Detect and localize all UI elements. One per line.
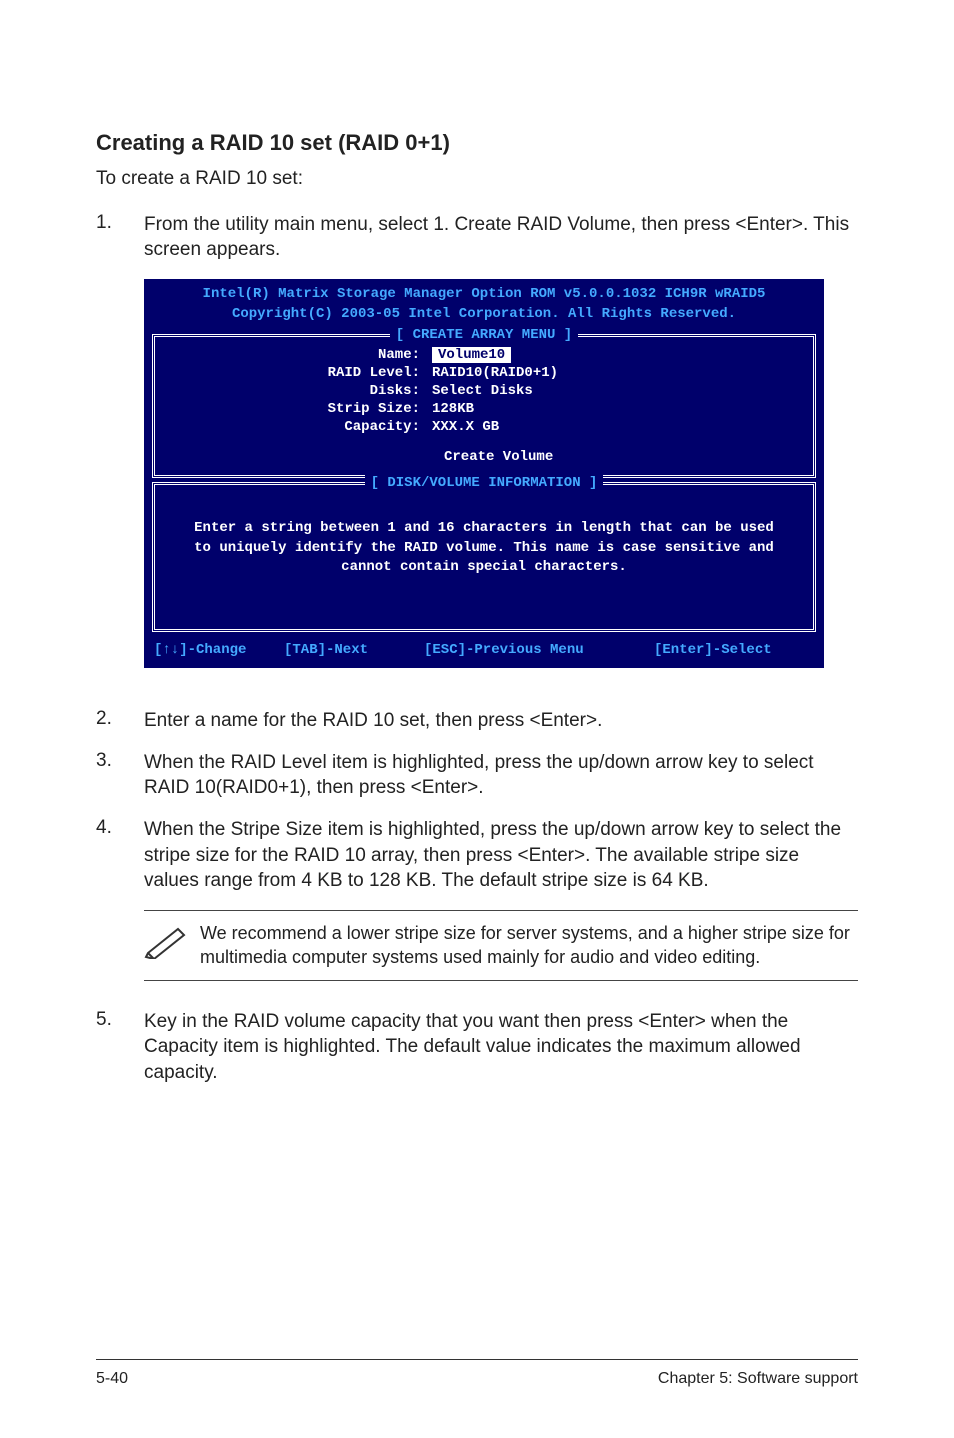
intro-text: To create a RAID 10 set: (96, 166, 858, 192)
step-5-text: Key in the RAID volume capacity that you… (144, 1009, 858, 1086)
step-4-text: When the Stripe Size item is highlighted… (144, 817, 858, 894)
create-array-title: [ CREATE ARRAY MENU ] (390, 327, 578, 343)
disks-value: Select Disks (432, 383, 801, 399)
step-3: 3. When the RAID Level item is highlight… (96, 750, 858, 801)
footer-select: [Enter]-Select (654, 642, 814, 658)
raid-level-value: RAID10(RAID0+1) (432, 365, 801, 381)
capacity-value: XXX.X GB (432, 419, 801, 435)
footer-next: [TAB]-Next (284, 642, 424, 658)
disks-label: Disks: (267, 383, 432, 399)
name-label: Name: (267, 347, 432, 363)
step-2: 2. Enter a name for the RAID 10 set, the… (96, 708, 858, 734)
name-value: Volume10 (432, 347, 511, 363)
step-5-num: 5. (96, 1009, 144, 1086)
step-1: 1. From the utility main menu, select 1.… (96, 212, 858, 263)
step-1-text: From the utility main menu, select 1. Cr… (144, 212, 858, 263)
step-3-text: When the RAID Level item is highlighted,… (144, 750, 858, 801)
capacity-label: Capacity: (267, 419, 432, 435)
strip-size-label: Strip Size: (267, 401, 432, 417)
disk-volume-title: [ DISK/VOLUME INFORMATION ] (365, 475, 604, 491)
console-screenshot: Intel(R) Matrix Storage Manager Option R… (144, 279, 858, 668)
step-2-text: Enter a name for the RAID 10 set, then p… (144, 708, 858, 734)
tip-text: We recommend a lower stripe size for ser… (200, 921, 858, 970)
strip-size-value: 128KB (432, 401, 801, 417)
footer-change: [↑↓]-Change (154, 642, 284, 658)
step-2-num: 2. (96, 708, 144, 734)
disk-volume-frame: [ DISK/VOLUME INFORMATION ] Enter a stri… (152, 482, 816, 632)
step-3-num: 3. (96, 750, 144, 801)
step-4-num: 4. (96, 817, 144, 894)
page-footer: 5-40 Chapter 5: Software support (96, 1359, 858, 1388)
create-volume-action: Create Volume (444, 449, 801, 465)
disk-info-line3: cannot contain special characters. (167, 558, 801, 578)
disk-info-line1: Enter a string between 1 and 16 characte… (167, 519, 801, 539)
footer-page-number: 5-40 (96, 1370, 128, 1388)
create-array-frame: [ CREATE ARRAY MENU ] Name: Volume10 RAI… (152, 334, 816, 478)
console-footer: [↑↓]-Change [TAB]-Next [ESC]-Previous Me… (144, 636, 824, 668)
raid-level-label: RAID Level: (267, 365, 432, 381)
step-4: 4. When the Stripe Size item is highligh… (96, 817, 858, 894)
tip-callout: We recommend a lower stripe size for ser… (144, 910, 858, 981)
step-1-num: 1. (96, 212, 144, 263)
console-header-line1: Intel(R) Matrix Storage Manager Option R… (154, 285, 814, 305)
page-heading: Creating a RAID 10 set (RAID 0+1) (96, 130, 858, 156)
step-5: 5. Key in the RAID volume capacity that … (96, 1009, 858, 1086)
footer-prev: [ESC]-Previous Menu (424, 642, 654, 658)
pencil-icon (144, 921, 200, 964)
disk-info-line2: to uniquely identify the RAID volume. Th… (167, 539, 801, 559)
footer-chapter: Chapter 5: Software support (658, 1370, 858, 1388)
console-header-line2: Copyright(C) 2003-05 Intel Corporation. … (154, 305, 814, 325)
